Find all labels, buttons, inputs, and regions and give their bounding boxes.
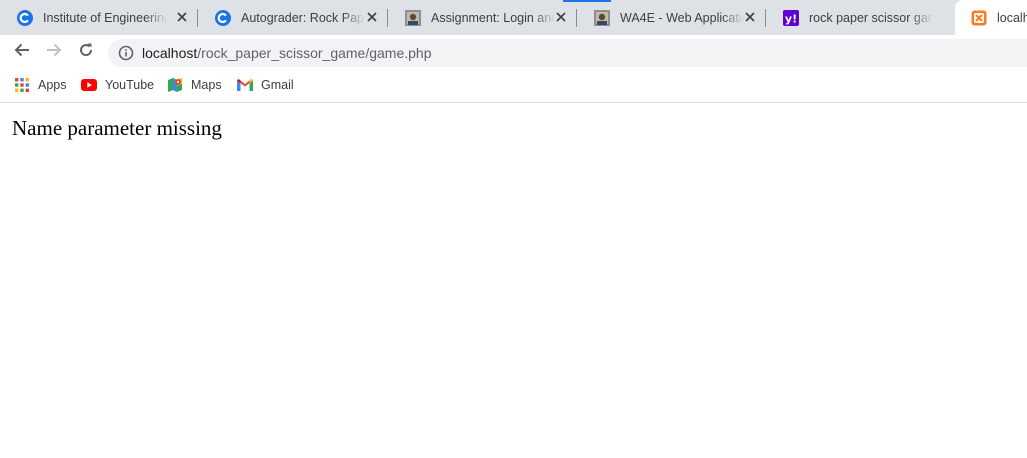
tab-title: WA4E - Web Application (620, 10, 744, 25)
back-button[interactable] (8, 38, 36, 66)
svg-text:y!: y! (785, 12, 797, 25)
bookmark-maps[interactable]: Maps (167, 75, 222, 95)
bookmark-label: Maps (191, 78, 222, 92)
url-text[interactable]: localhost/rock_paper_scissor_game/game.p… (142, 45, 432, 61)
tab-rock-paper-scissor-game[interactable]: y! rock paper scissor game (766, 0, 954, 35)
close-icon[interactable] (364, 9, 380, 25)
bookmark-gmail[interactable]: Gmail (237, 75, 294, 95)
gmail-icon (237, 77, 253, 93)
bookmark-label: Apps (38, 78, 67, 92)
url-host: localhost (142, 45, 198, 61)
maps-icon (167, 77, 183, 93)
tab-title: rock paper scissor game (809, 10, 933, 25)
tab-title: Institute of Engineering (43, 10, 167, 25)
tab-strip: Institute of Engineering Autograder: Roc… (0, 0, 1027, 35)
c-circle-icon (215, 9, 231, 26)
apps-grid-icon (14, 77, 30, 93)
forward-button[interactable] (40, 38, 68, 66)
error-message: Name parameter missing (12, 116, 222, 140)
tab-localhost[interactable]: localhost (955, 0, 1027, 35)
yahoo-icon: y! (783, 9, 799, 26)
tab-autograder-rock-paper[interactable]: Autograder: Rock Paper (198, 0, 388, 35)
close-icon[interactable] (742, 9, 758, 25)
bookmark-label: Gmail (261, 78, 294, 92)
url-path: /rock_paper_scissor_game/game.php (197, 45, 432, 61)
bookmark-label: YouTube (105, 78, 155, 92)
close-icon[interactable] (553, 9, 569, 25)
tab-assignment-login[interactable]: Assignment: Login and (388, 0, 577, 35)
reload-icon (78, 42, 94, 63)
bookmarks-bar: Apps YouTube Maps Gmail (0, 69, 1027, 103)
arrow-right-icon (46, 42, 62, 63)
bookmark-youtube[interactable]: YouTube (81, 75, 154, 95)
address-bar[interactable]: localhost/rock_paper_scissor_game/game.p… (108, 39, 1027, 67)
tab-title: Autograder: Rock Paper (241, 10, 365, 25)
close-icon[interactable] (174, 9, 190, 25)
tab-wa4e-web-application[interactable]: WA4E - Web Application (577, 0, 766, 35)
xampp-icon (971, 10, 987, 26)
avatar-icon (594, 9, 610, 26)
browser-toolbar: localhost/rock_paper_scissor_game/game.p… (0, 35, 1027, 69)
arrow-left-icon (14, 42, 30, 63)
c-circle-icon (17, 9, 33, 26)
youtube-icon (81, 77, 97, 93)
page-content: Name parameter missing (0, 103, 1027, 458)
reload-button[interactable] (72, 38, 100, 66)
tab-title: Assignment: Login and (431, 10, 555, 25)
bookmark-apps[interactable]: Apps (14, 75, 67, 95)
info-icon[interactable] (118, 45, 134, 61)
avatar-icon (405, 9, 421, 26)
tab-institute-of-engineering[interactable]: Institute of Engineering (0, 0, 198, 35)
tab-title: localhost (997, 10, 1027, 25)
